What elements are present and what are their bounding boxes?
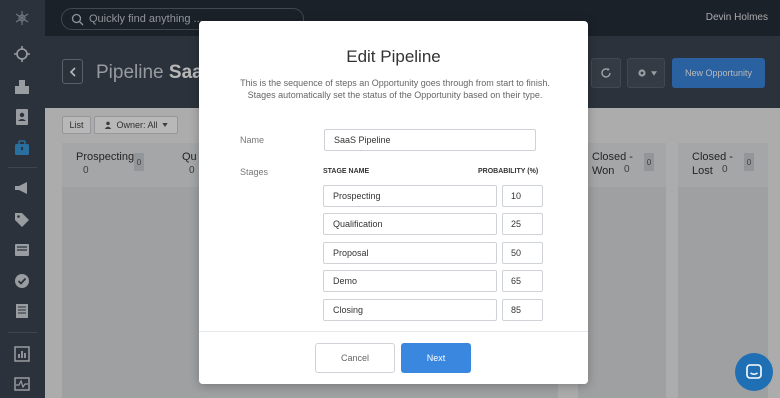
stage-probability-input[interactable]: 85 [502,299,543,321]
chat-icon [746,364,762,379]
name-label: Name [240,135,265,145]
stages-label: Stages [240,167,269,177]
edit-pipeline-modal: Edit Pipeline This is the sequence of st… [199,21,588,384]
stage-name-input[interactable]: Demo [323,270,497,292]
stage-probability-input[interactable]: 50 [502,242,543,264]
cancel-button[interactable]: Cancel [315,343,395,373]
next-button[interactable]: Next [401,343,471,373]
stage-name-header: STAGE NAME [323,168,370,175]
modal-description: This is the sequence of steps an Opportu… [240,78,550,100]
stage-name-input[interactable]: Closing [323,299,497,321]
stage-name-input[interactable]: Prospecting [323,185,497,207]
pipeline-name-input[interactable]: SaaS Pipeline [324,129,536,151]
stage-name-input[interactable]: Qualification [323,213,497,235]
chat-launcher-button[interactable] [735,353,773,391]
probability-header: PROBABILITY (%) [478,168,539,175]
stage-probability-input[interactable]: 65 [502,270,543,292]
stage-probability-input[interactable]: 10 [502,185,543,207]
modal-title: Edit Pipeline [346,47,441,66]
stage-name-input[interactable]: Proposal [323,242,497,264]
modal-footer: Cancel Next [199,331,588,384]
stage-probability-input[interactable]: 25 [502,213,543,235]
